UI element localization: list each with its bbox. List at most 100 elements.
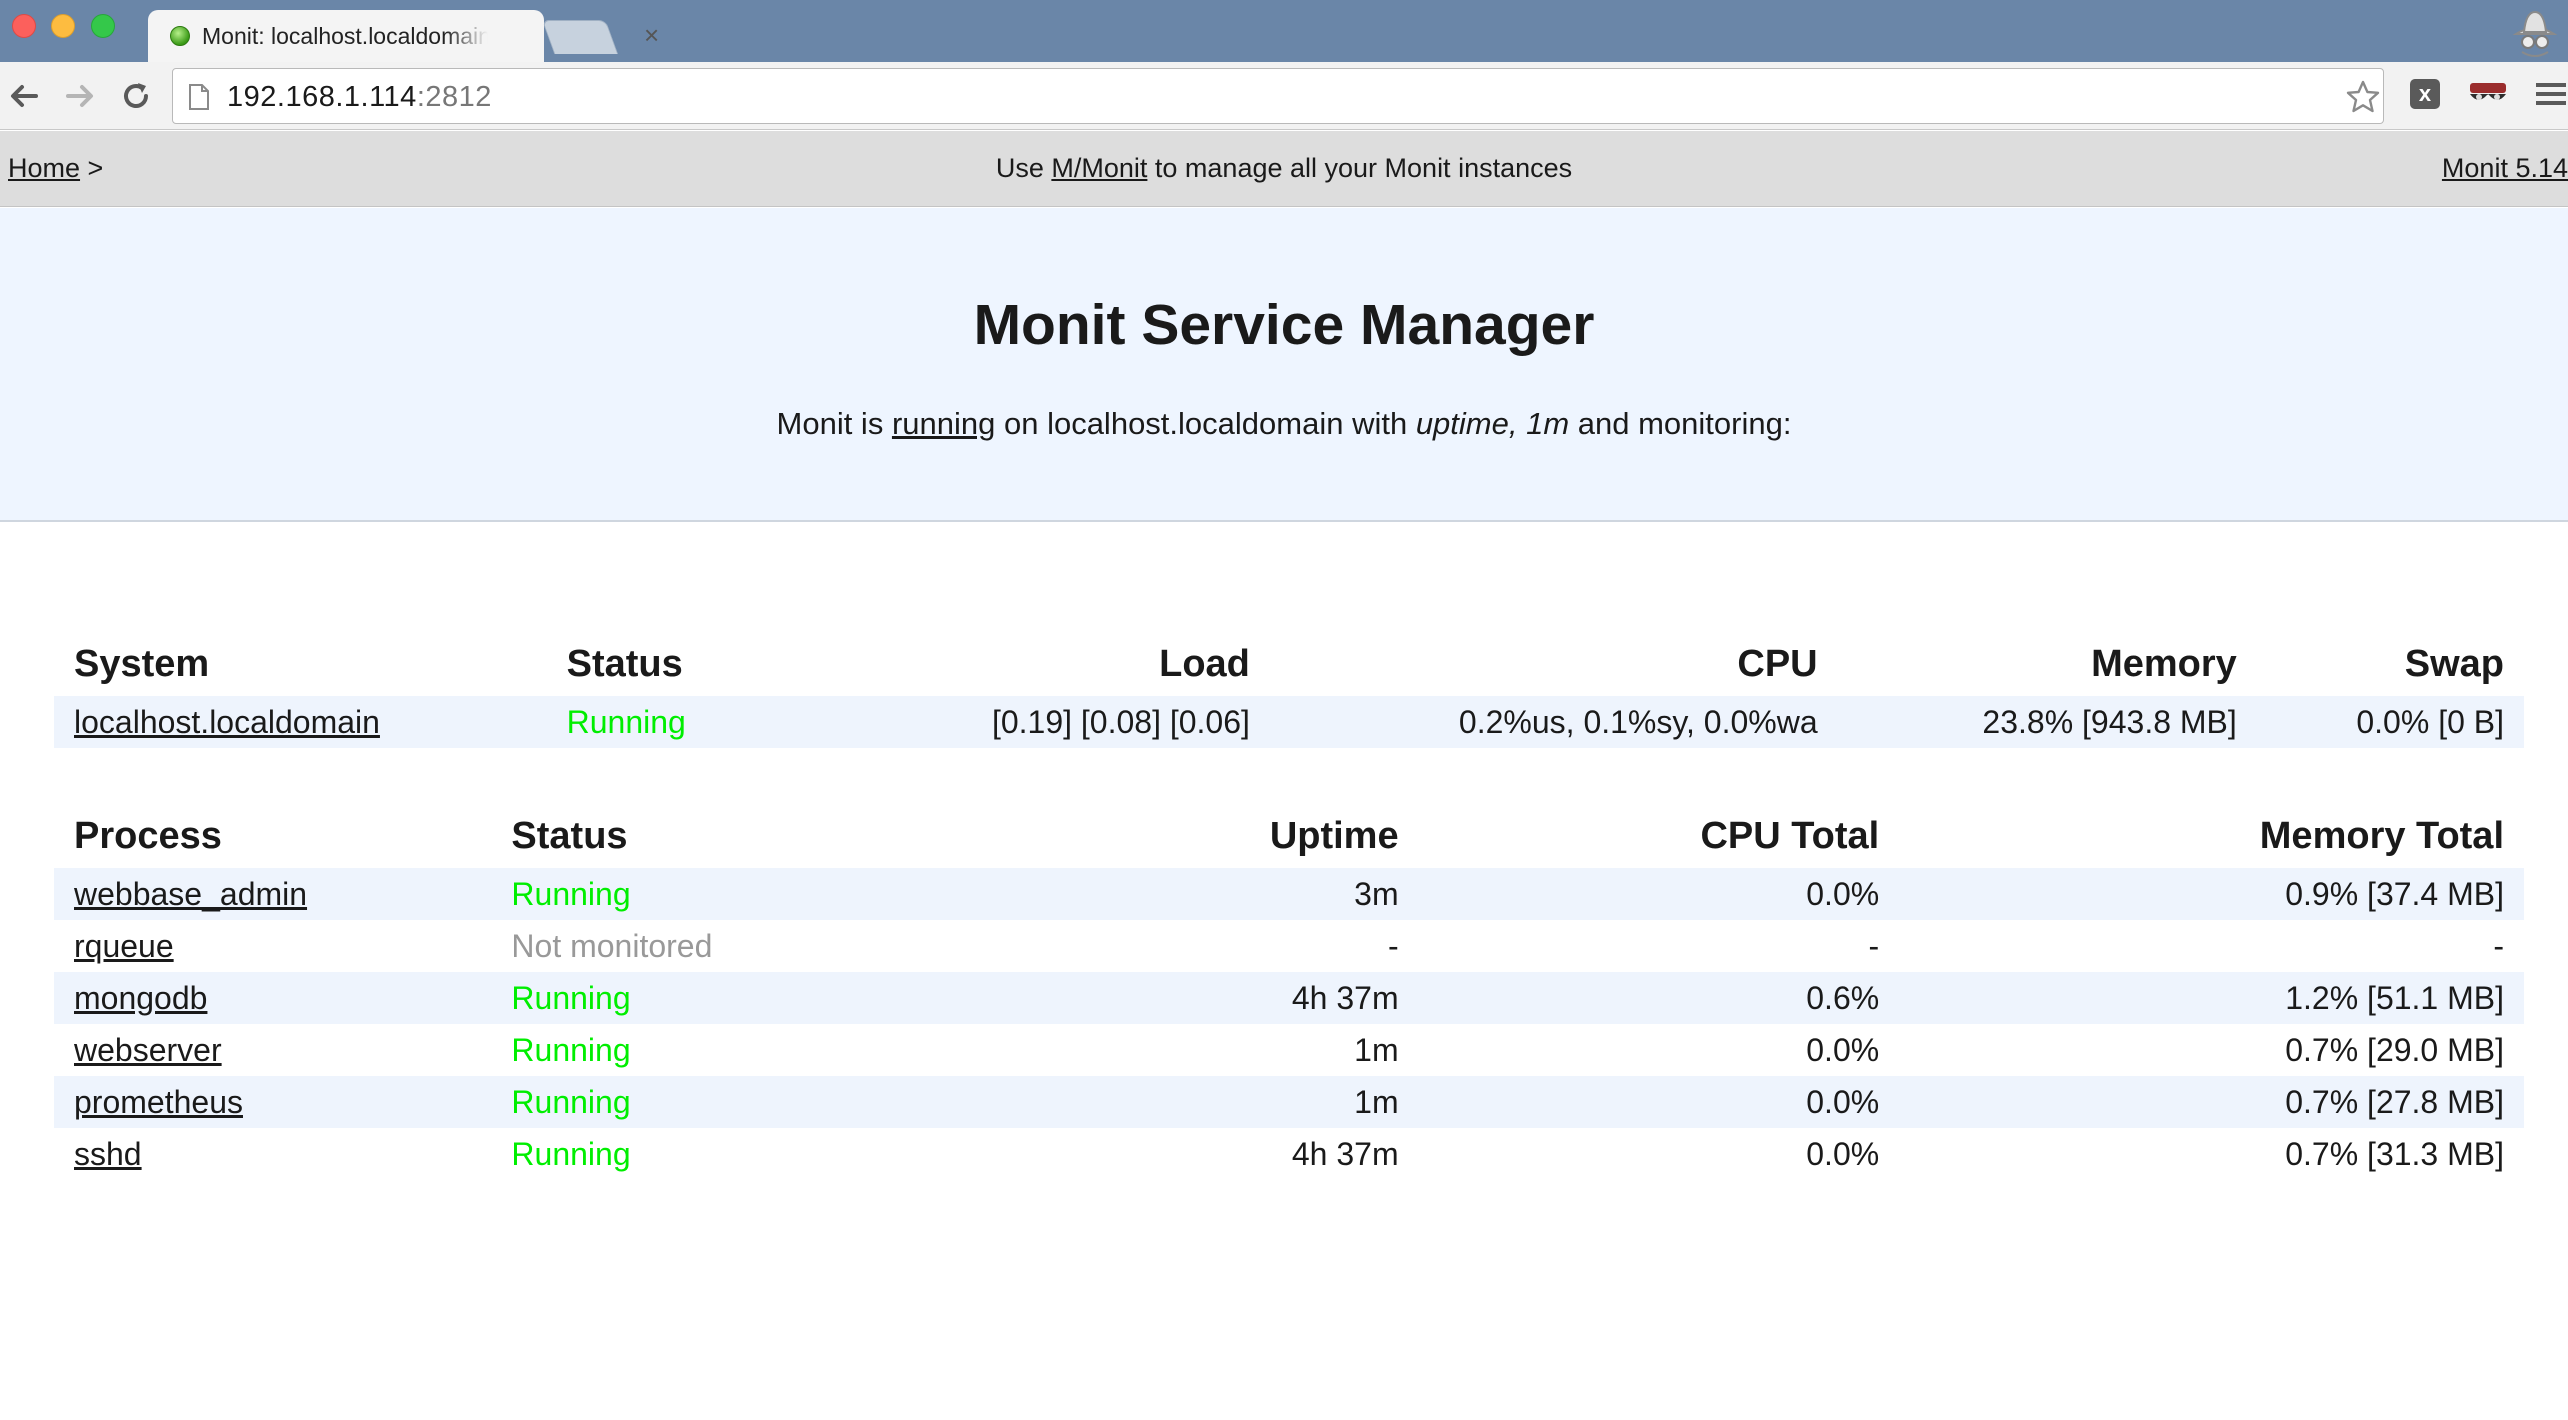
process-uptime: 3m [1148,868,1419,920]
system-name-link[interactable]: localhost.localdomain [74,704,380,740]
process-memory: 1.2% [51.1 MB] [1899,972,2524,1024]
reload-icon[interactable] [116,76,156,116]
process-name-link[interactable]: prometheus [74,1084,243,1120]
process-memory: 0.7% [27.8 MB] [1899,1076,2524,1128]
process-name-link[interactable]: sshd [74,1136,142,1172]
extension-x-icon[interactable]: x [2410,79,2440,109]
cpu-header: CPU [1737,642,1818,685]
version-link[interactable]: Monit 5.14 [2442,153,2568,183]
swap-header: Swap [2404,642,2504,685]
process-status-header: Status [511,814,628,857]
spy-icon [2512,10,2558,57]
process-status: Running [491,972,1149,1024]
running-link[interactable]: running [892,406,995,441]
process-name-cell: sshd [54,1128,491,1180]
process-memory: 0.9% [37.4 MB] [1899,868,2524,920]
url-port: :2812 [416,81,492,113]
process-status: Running [511,1135,631,1172]
process-cpu: - [1868,927,1880,964]
process-row: rqueue Not monitored - - - [54,920,2524,972]
status-suffix: and monitoring: [1569,406,1792,441]
process-name-cell: rqueue [54,920,491,972]
system-memory: 23.8% [943.8 MB] [1837,696,2257,748]
back-arrow-icon[interactable] [4,76,44,116]
window-minimize-button[interactable] [51,14,75,38]
process-memory: 0.7% [29.0 MB] [2285,1031,2504,1068]
process-table: Process Status Uptime CPU Total Memory T… [54,804,2524,1180]
promo-suffix: to manage all your Monit instances [1147,153,1573,183]
process-memory: - [2493,927,2504,964]
system-row: localhost.localdomain Running [0.19] [0.… [54,696,2524,748]
process-cpu: 0.6% [1418,972,1900,1024]
process-name-link[interactable]: webbase_admin [74,876,307,912]
browser-tab[interactable]: Monit: localhost.localdomain × [148,10,659,62]
system-cpu: 0.2%us, 0.1%sy, 0.0%wa [1269,696,1838,748]
process-cpu: 0.0% [1418,868,1900,920]
status-prefix: Monit is [776,406,892,441]
process-cpu: 0.0% [1806,1135,1880,1172]
process-name-cell: prometheus [54,1076,492,1128]
process-name-cell: mongodb [54,972,492,1024]
browser-toolbar: 192.168.1.114:2812 x [0,62,2568,130]
monit-status-line: Monit is running on localhost.localdomai… [0,406,2568,442]
system-swap: 0.0% [0 B] [2256,696,2524,748]
status-header: Status [566,642,683,685]
process-uptime: 1m [1354,1031,1399,1068]
breadcrumb: Home > [8,153,103,184]
new-tab-button[interactable] [541,20,619,54]
process-status: Running [511,1031,631,1068]
process-uptime: - [1387,927,1399,964]
process-status: Running [491,1076,1149,1128]
incognito-mask-icon[interactable] [2468,79,2508,109]
breadcrumb-separator: > [80,153,104,183]
favicon-icon [170,26,190,46]
system-status: Running [546,696,846,748]
cpu-total-header: CPU Total [1700,814,1880,857]
browser-tab-bar: Monit: localhost.localdomain × [0,0,2568,62]
memory-header: Memory [2091,642,2237,685]
forward-arrow-icon[interactable] [60,76,100,116]
process-uptime: 1m [1148,1076,1419,1128]
system-load: [0.19] [0.08] [0.06] [845,696,1270,748]
process-uptime: 4h 37m [1148,972,1419,1024]
process-table-header: Process Status Uptime CPU Total Memory T… [54,804,2524,868]
process-cpu: 0.0% [1418,1076,1900,1128]
process-row: sshd Running 4h 37m 0.0% 0.7% [31.3 MB] [54,1128,2524,1180]
process-row: prometheus Running 1m 0.0% 0.7% [27.8 MB… [54,1076,2524,1128]
mmonit-link[interactable]: M/Monit [1051,153,1147,183]
page-title: Monit Service Manager [973,293,1595,357]
process-status: Not monitored [511,927,713,964]
system-header: System [74,642,210,685]
uptime-header: Uptime [1269,814,1399,857]
window-close-button[interactable] [12,14,36,38]
system-table-header: System Status Load CPU Memory Swap [54,632,2524,696]
system-table: System Status Load CPU Memory Swap local… [54,632,2524,748]
memory-total-header: Memory Total [2259,814,2504,857]
uptime-value: uptime, 1m [1415,406,1570,441]
process-uptime: 4h 37m [1291,1135,1399,1172]
url-text: 192.168.1.114:2812 [227,81,492,114]
process-name-link[interactable]: webserver [74,1032,222,1068]
star-icon[interactable] [2345,79,2381,115]
process-row: webserver Running 1m 0.0% 0.7% [29.0 MB] [54,1024,2524,1076]
home-link[interactable]: Home [8,153,80,183]
process-memory: 0.7% [31.3 MB] [2285,1135,2504,1172]
process-header: Process [74,814,222,857]
promo-prefix: Use [995,153,1052,183]
process-row: mongodb Running 4h 37m 0.6% 1.2% [51.1 M… [54,972,2524,1024]
address-bar[interactable]: 192.168.1.114:2812 [172,68,2384,124]
page-header: Monit Service Manager Monit is running o… [0,208,2568,522]
process-name-link[interactable]: mongodb [74,980,207,1016]
menu-icon[interactable] [2534,78,2568,110]
tab-close-icon[interactable]: × [644,20,659,51]
system-name-cell: localhost.localdomain [54,696,547,748]
load-header: Load [1159,642,1250,685]
process-status: Running [491,868,1149,920]
window-zoom-button[interactable] [91,14,115,38]
process-name-cell: webbase_admin [54,868,492,920]
process-name-cell: webserver [54,1024,491,1076]
url-host: 192.168.1.114 [227,81,417,113]
process-cpu: 0.0% [1806,1031,1880,1068]
process-name-link[interactable]: rqueue [74,928,174,964]
status-host: on localhost.localdomain with [995,406,1416,441]
